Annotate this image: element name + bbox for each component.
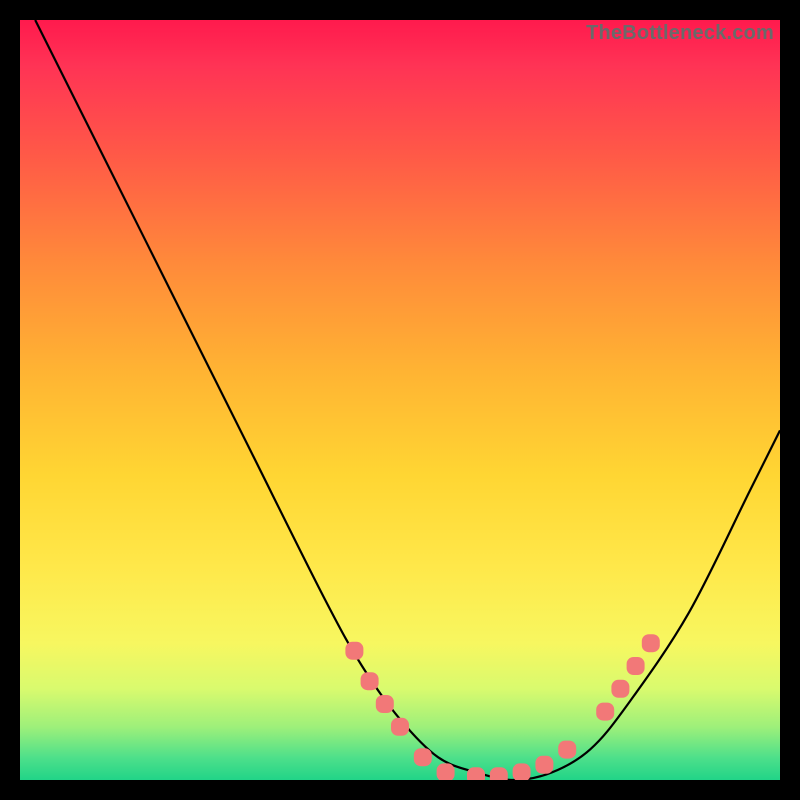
highlight-dots <box>345 634 659 780</box>
marker-dot <box>391 718 409 736</box>
marker-dot <box>345 642 363 660</box>
marker-dot <box>513 763 531 780</box>
marker-dot <box>627 657 645 675</box>
watermark-text: TheBottleneck.com <box>586 22 774 45</box>
marker-dot <box>490 767 508 780</box>
bottleneck-curve <box>35 20 780 780</box>
chart-svg <box>20 20 780 780</box>
marker-dot <box>361 672 379 690</box>
marker-dot <box>596 703 614 721</box>
marker-dot <box>437 763 455 780</box>
marker-dot <box>467 767 485 780</box>
marker-dot <box>611 680 629 698</box>
marker-dot <box>558 741 576 759</box>
marker-dot <box>414 748 432 766</box>
marker-dot <box>535 756 553 774</box>
chart-frame: TheBottleneck.com <box>20 20 780 780</box>
marker-dot <box>376 695 394 713</box>
marker-dot <box>642 634 660 652</box>
